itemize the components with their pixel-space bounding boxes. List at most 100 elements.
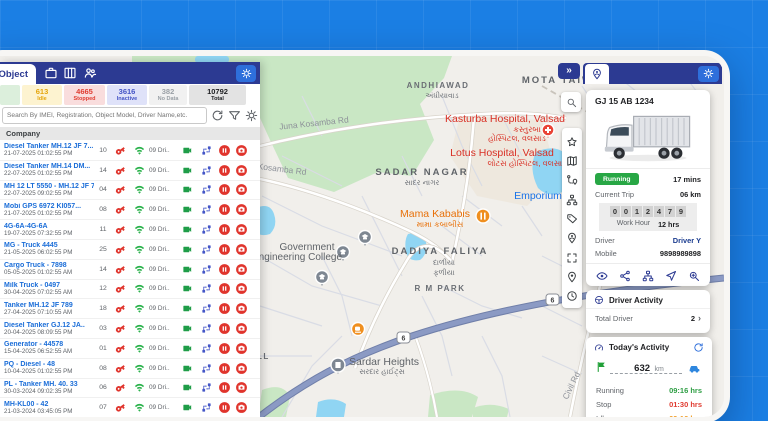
status-chip-idle[interactable]: 613Idle	[22, 85, 62, 105]
list-group-header[interactable]: Company	[0, 127, 260, 140]
ignition-key-icon[interactable]	[113, 400, 128, 415]
video-icon[interactable]	[182, 402, 193, 413]
settings-icon[interactable]	[245, 109, 258, 122]
status-chip[interactable]	[0, 85, 20, 105]
table-row[interactable]: MH 12 LT 5550 - MH.12 JF 7... 22-07-2025…	[0, 181, 260, 201]
camera-icon[interactable]	[235, 401, 248, 414]
briefcase-tab-icon[interactable]	[44, 66, 58, 80]
camera-icon[interactable]	[235, 183, 248, 196]
ignition-key-icon[interactable]	[113, 380, 128, 395]
share-action-icon[interactable]	[619, 269, 631, 281]
tab-tracking[interactable]	[585, 64, 609, 84]
ignition-key-icon[interactable]	[113, 301, 128, 316]
table-row[interactable]: Generator - 44578 15-04-2025 06:52:55 AM…	[0, 339, 260, 359]
tab-object[interactable]: Object	[0, 64, 36, 84]
table-row[interactable]: MG - Truck 4445 21-05-2025 06:02:55 PM 2…	[0, 240, 260, 260]
ignition-key-icon[interactable]	[113, 143, 128, 158]
driver-count-text[interactable]: 09 Dri..	[149, 226, 177, 233]
video-icon[interactable]	[182, 323, 193, 334]
camera-icon[interactable]	[235, 381, 248, 394]
route-icon[interactable]	[201, 244, 212, 255]
immobilize-icon[interactable]	[218, 223, 231, 236]
camera-icon[interactable]	[235, 144, 248, 157]
camera-icon[interactable]	[235, 223, 248, 236]
route-icon[interactable]	[201, 145, 212, 156]
right-settings-button[interactable]	[698, 66, 719, 82]
route-icon[interactable]	[201, 204, 212, 215]
route-icon[interactable]	[201, 264, 212, 275]
zoom-plus-action-icon[interactable]	[688, 269, 700, 281]
video-icon[interactable]	[182, 283, 193, 294]
camera-icon[interactable]	[235, 263, 248, 276]
vehicle-name[interactable]: Cargo Truck - 7898	[4, 262, 94, 269]
vehicle-name[interactable]: Diesel Tanker MH.14 DM...	[4, 163, 94, 170]
ignition-key-icon[interactable]	[113, 182, 128, 197]
status-chip-inactive[interactable]: 3616Inactive	[107, 85, 147, 105]
vehicle-list[interactable]: Diesel Tanker MH.12 JF 7... 21-07-2025 0…	[0, 141, 260, 417]
route-icon[interactable]	[201, 382, 212, 393]
ignition-key-icon[interactable]	[113, 321, 128, 336]
vehicle-name[interactable]: Mobi GPS 6972 KI057...	[4, 203, 94, 210]
status-chip-no-data[interactable]: 382No Data	[149, 85, 187, 105]
table-row[interactable]: PL - Tanker MH. 40. 33 30-03-2024 09:02:…	[0, 379, 260, 399]
ignition-key-icon[interactable]	[113, 262, 128, 277]
video-icon[interactable]	[182, 343, 193, 354]
immobilize-icon[interactable]	[218, 144, 231, 157]
driver-count-text[interactable]: 09 Dri..	[149, 147, 177, 154]
chevron-right-icon[interactable]: ›	[698, 313, 701, 323]
route-icon[interactable]	[201, 363, 212, 374]
immobilize-icon[interactable]	[218, 243, 231, 256]
restaurant-poi-pin[interactable]	[476, 209, 490, 223]
ignition-key-icon[interactable]	[113, 242, 128, 257]
immobilize-icon[interactable]	[218, 282, 231, 295]
camera-icon[interactable]	[235, 322, 248, 335]
table-row[interactable]: PQ - Diesel - 48 10-04-2025 01:02:55 PM …	[0, 359, 260, 379]
table-row[interactable]: Diesel Tanker MH.12 JF 7... 21-07-2025 0…	[0, 141, 260, 161]
vehicle-name[interactable]: Diesel Tanker MH.12 JF 7...	[4, 143, 94, 150]
driver-count-text[interactable]: 09 Dri..	[149, 206, 177, 213]
filter-icon[interactable]	[228, 109, 241, 122]
camera-icon[interactable]	[235, 243, 248, 256]
route-icon[interactable]	[201, 165, 212, 176]
table-row[interactable]: 4G-6A-4G-6A 19-07-2025 07:32:55 PM 11 09…	[0, 220, 260, 240]
table-row[interactable]: MH-KL00 - 42 21-03-2024 03:45:05 PM 07 0…	[0, 398, 260, 417]
camera-icon[interactable]	[235, 362, 248, 375]
table-row[interactable]: Diesel Tanker GJ.12 JA.. 20-04-2025 08:0…	[0, 319, 260, 339]
star-icon[interactable]	[566, 135, 578, 147]
table-row[interactable]: Cargo Truck - 7898 05-05-2025 01:02:55 A…	[0, 260, 260, 280]
table-row[interactable]: Tanker MH.12 JF 789 27-04-2025 07:10:55 …	[0, 299, 260, 319]
vehicle-name[interactable]: Tanker MH.12 JF 789	[4, 302, 94, 309]
video-icon[interactable]	[182, 382, 193, 393]
route-icon[interactable]	[201, 343, 212, 354]
immobilize-icon[interactable]	[218, 183, 231, 196]
cafe-poi-pin[interactable]	[352, 323, 365, 336]
refresh-icon[interactable]	[693, 342, 704, 353]
immobilize-icon[interactable]	[218, 342, 231, 355]
ignition-key-icon[interactable]	[113, 360, 128, 375]
immobilize-icon[interactable]	[218, 164, 231, 177]
panel-settings-button[interactable]	[236, 65, 256, 82]
pin-icon[interactable]	[566, 270, 578, 282]
immobilize-icon[interactable]	[218, 322, 231, 335]
ignition-key-icon[interactable]	[113, 163, 128, 178]
ignition-key-icon[interactable]	[113, 222, 128, 237]
driver-count-text[interactable]: 09 Dri..	[149, 305, 177, 312]
video-icon[interactable]	[182, 165, 193, 176]
ignition-key-icon[interactable]	[113, 281, 128, 296]
search-input[interactable]	[2, 107, 207, 124]
route-icon[interactable]	[201, 303, 212, 314]
vehicle-name[interactable]: Generator - 44578	[4, 341, 94, 348]
video-icon[interactable]	[182, 145, 193, 156]
vehicle-name[interactable]: PQ - Diesel - 48	[4, 361, 94, 368]
ignition-key-icon[interactable]	[113, 341, 128, 356]
vehicle-name[interactable]: Diesel Tanker GJ.12 JA..	[4, 322, 94, 329]
eye-action-icon[interactable]	[596, 269, 608, 281]
trip-icon[interactable]	[566, 173, 578, 185]
ignition-key-icon[interactable]	[113, 202, 128, 217]
route-icon[interactable]	[201, 323, 212, 334]
immobilize-icon[interactable]	[218, 263, 231, 276]
immobilize-icon[interactable]	[218, 302, 231, 315]
route-icon[interactable]	[201, 402, 212, 413]
driver-count-text[interactable]: 09 Dri..	[149, 167, 177, 174]
vehicle-name[interactable]: 4G-6A-4G-6A	[4, 223, 94, 230]
